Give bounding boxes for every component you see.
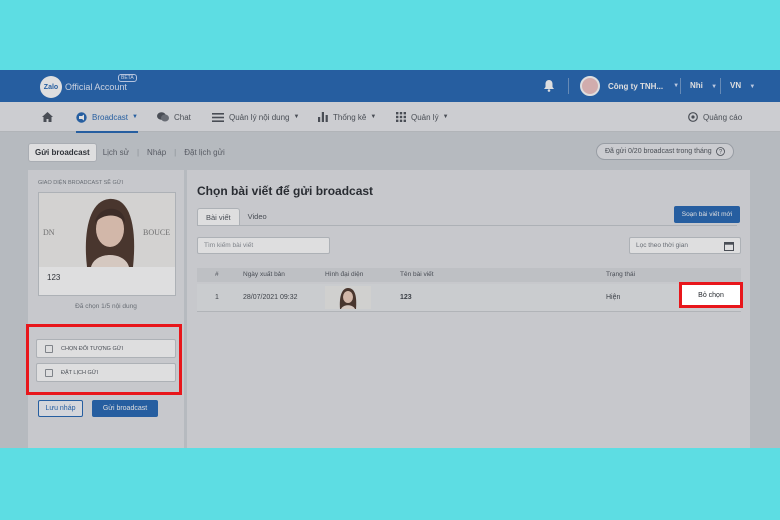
preview-logo-left: DN <box>43 228 55 237</box>
logo-mark: Zalo <box>40 76 62 98</box>
zalo-logo[interactable]: Zalo Official Account BETA <box>40 74 137 98</box>
nav-chat[interactable]: Chat <box>157 102 191 132</box>
subtab-divider: | <box>136 148 140 157</box>
search-input[interactable]: Tìm kiếm bài viết <box>197 237 330 254</box>
chevron-down-icon: ▼ <box>442 114 449 120</box>
send-broadcast-button[interactable]: Gửi broadcast <box>92 400 158 417</box>
chevron-down-icon: ▼ <box>132 114 138 120</box>
language-menu[interactable]: VN ▼ <box>730 81 755 90</box>
col-thumbnail: Hình đại diện <box>325 271 364 278</box>
quota-badge: Đã gửi 0/20 broadcast trong tháng ? <box>596 143 734 160</box>
content-type-tabs: Bài viết Video <box>197 208 275 226</box>
nav-stats[interactable]: Thống kê ▼ <box>318 102 376 132</box>
tab-video[interactable]: Video <box>240 208 275 226</box>
list-icon <box>212 112 224 122</box>
preview-caption: 123 <box>47 273 61 282</box>
deselect-label: Bỏ chọn <box>698 291 724 299</box>
divider <box>680 78 681 94</box>
chevron-down-icon: ▼ <box>711 84 718 90</box>
subtab-schedule[interactable]: Đặt lịch gửi <box>178 144 230 161</box>
bar-chart-icon <box>318 112 328 122</box>
row-date: 28/07/2021 09:32 <box>243 294 298 301</box>
chat-icon <box>157 112 169 122</box>
calendar-icon <box>724 242 734 251</box>
page-title: Chọn bài viết để gửi broadcast <box>197 184 374 198</box>
broadcast-icon <box>76 111 87 123</box>
beta-badge: BETA <box>118 74 137 82</box>
main-nav: Broadcast ▼ Chat Quản lý nội dung ▼ Thốn… <box>0 102 780 133</box>
nav-manage-label: Quản lý <box>411 112 439 122</box>
nav-content[interactable]: Quản lý nội dung ▼ <box>212 102 299 132</box>
chevron-down-icon: ▼ <box>673 83 680 89</box>
chevron-down-icon: ▼ <box>749 84 756 90</box>
row-status: Hiện <box>606 294 621 301</box>
app-title: Official Account <box>65 82 127 92</box>
account-name: Công ty TNH... <box>608 81 664 91</box>
chevron-down-icon: ▼ <box>293 114 300 120</box>
language-label: VN <box>730 81 742 90</box>
tab-articles[interactable]: Bài viết <box>197 208 240 226</box>
col-date: Ngày xuất bản <box>243 271 285 278</box>
nav-broadcast[interactable]: Broadcast ▼ <box>76 102 138 133</box>
col-status: Trạng thái <box>606 271 636 278</box>
top-bar: Zalo Official Account BETA Công ty TNH..… <box>0 70 780 102</box>
divider <box>568 78 569 94</box>
preview-title: GIAO DIỆN BROADCAST SẼ GỬI <box>38 180 123 186</box>
tabs-underline <box>197 225 737 226</box>
row-thumbnail <box>325 286 371 309</box>
broadcast-preview-panel: GIAO DIỆN BROADCAST SẼ GỬI DN BOUCE 123 … <box>28 170 184 448</box>
table-header: # Ngày xuất bản Hình đại diện Tên bài vi… <box>197 268 741 282</box>
compose-article-button[interactable]: Soạn bài viết mới <box>674 206 740 223</box>
row-title: 123 <box>400 294 412 301</box>
save-draft-button[interactable]: Lưu nháp <box>38 400 83 417</box>
row-index: 1 <box>215 294 219 301</box>
subtab-history[interactable]: Lịch sử <box>97 144 135 161</box>
ads-icon <box>688 112 698 122</box>
home-icon <box>42 112 53 122</box>
article-picker-panel: Chọn bài viết để gửi broadcast Bài viết … <box>187 170 750 448</box>
user-name: Nhi <box>690 81 703 90</box>
nav-manage[interactable]: Quản lý ▼ <box>396 102 449 132</box>
date-filter[interactable]: Lọc theo thời gian <box>629 237 741 254</box>
nav-chat-label: Chat <box>174 112 191 122</box>
nav-stats-label: Thống kê <box>333 112 367 122</box>
date-filter-label: Lọc theo thời gian <box>636 242 688 249</box>
col-title: Tên bài viết <box>400 271 434 278</box>
selected-count: Đã chọn 1/5 nội dung <box>75 303 137 310</box>
preview-logo-right: BOUCE <box>143 228 170 237</box>
preview-card: DN BOUCE 123 <box>38 192 176 296</box>
table-row[interactable]: 1 28/07/2021 09:32 123 Hiện <box>197 284 741 312</box>
bell-icon[interactable] <box>543 79 555 92</box>
chevron-down-icon: ▼ <box>370 114 377 120</box>
quota-text: Đã gửi 0/20 broadcast trong tháng <box>605 148 712 155</box>
highlight-frame-options <box>26 324 182 395</box>
nav-content-label: Quản lý nội dung <box>229 112 290 122</box>
subtab-send[interactable]: Gửi broadcast <box>28 143 97 162</box>
preview-image: DN BOUCE <box>39 193 175 267</box>
subtab-draft[interactable]: Nháp <box>141 144 172 161</box>
col-index: # <box>215 271 219 278</box>
nav-ads-label: Quảng cáo <box>703 112 743 122</box>
user-menu[interactable]: Nhi ▼ <box>690 81 717 90</box>
subtab-divider: | <box>174 148 177 157</box>
account-switcher[interactable]: Công ty TNH... ▼ <box>580 76 679 96</box>
nav-broadcast-label: Broadcast <box>92 112 129 122</box>
divider <box>720 78 721 94</box>
help-icon[interactable]: ? <box>715 147 725 156</box>
deselect-button[interactable]: Bỏ chọn <box>679 282 743 308</box>
broadcast-subtabs: Gửi broadcast Lịch sử | Nháp | Đặt lịch … <box>28 143 231 162</box>
account-avatar <box>580 76 600 96</box>
nav-home[interactable] <box>42 102 53 132</box>
grid-icon <box>396 112 406 122</box>
nav-ads[interactable]: Quảng cáo <box>688 102 742 132</box>
